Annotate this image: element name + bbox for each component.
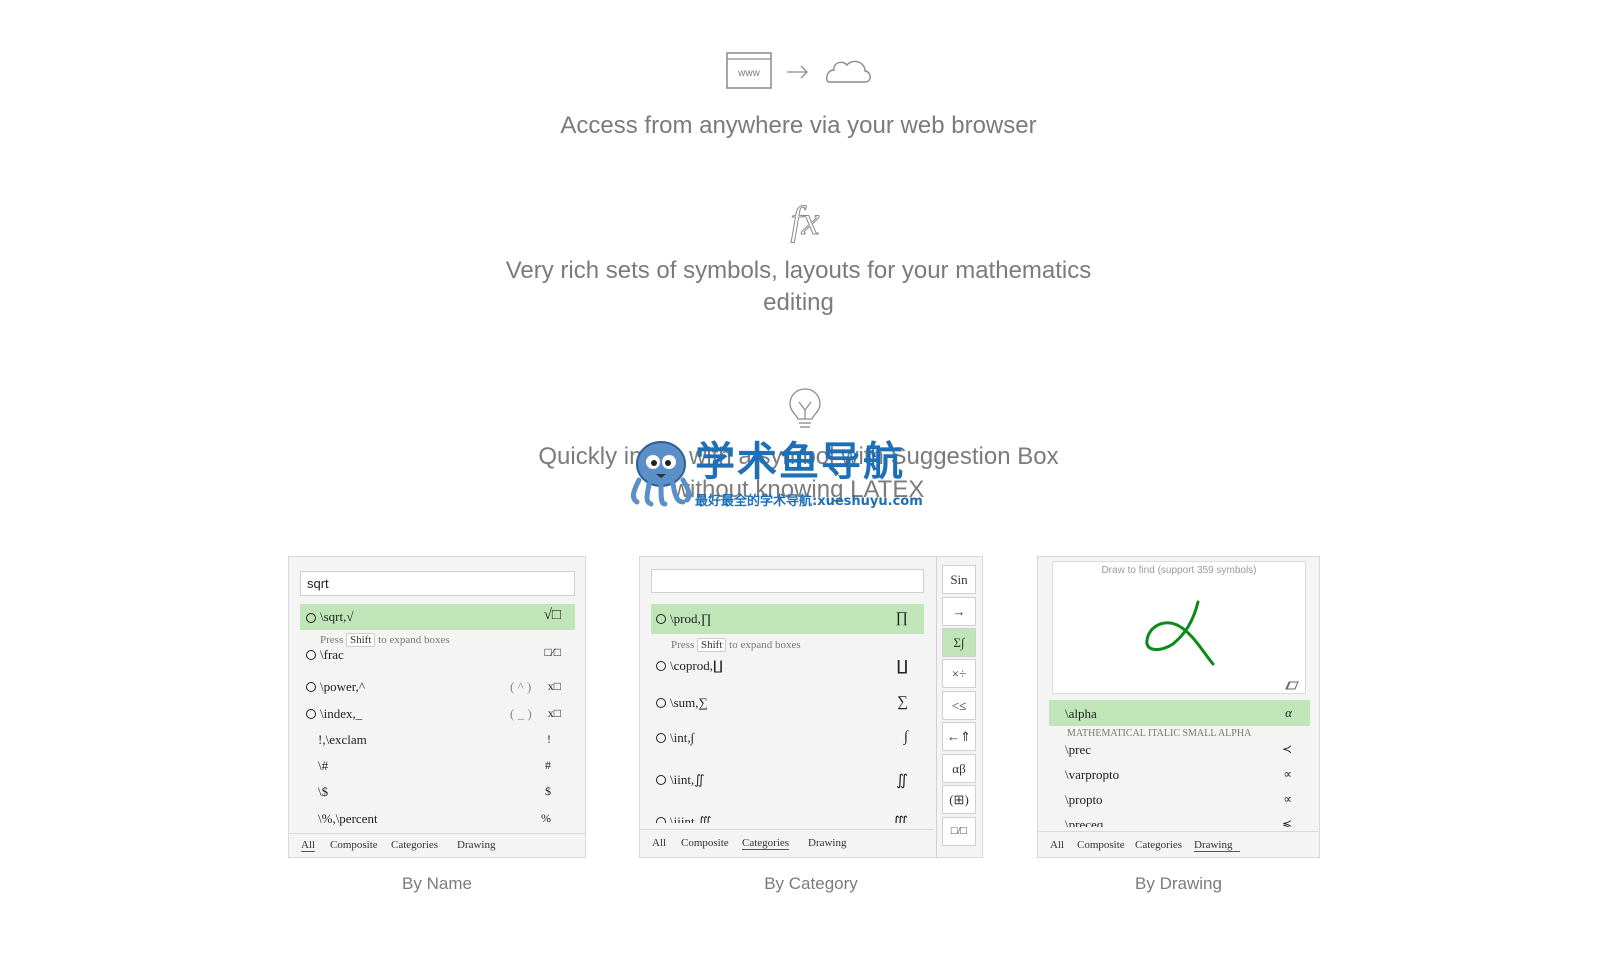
list-item[interactable]: \int,∫ ∫ [651, 729, 924, 751]
by-name-panel: sqrt \sqrt,√ √□ Press Shift to expand bo… [288, 556, 586, 858]
lightbulb-icon [787, 386, 823, 432]
tab-categories[interactable]: Categories [1135, 839, 1182, 851]
tab-drawing[interactable]: Drawing [1194, 839, 1240, 852]
category-fraction-button[interactable]: □/□ [942, 817, 976, 846]
list-item[interactable]: \prec ≺ [1049, 742, 1310, 762]
list-item[interactable]: \alpha α [1049, 700, 1310, 726]
list-item[interactable]: \# # [300, 758, 575, 780]
by-category-caption: By Category [764, 874, 858, 893]
by-name-caption: By Name [402, 874, 472, 893]
feature-symbols-text-line1: Very rich sets of symbols, layouts for y… [505, 257, 1092, 284]
list-item[interactable]: \$ $ [300, 784, 575, 806]
tab-drawing[interactable]: Drawing [808, 837, 847, 849]
tab-all[interactable]: All [301, 839, 316, 852]
alpha-stroke [1145, 600, 1215, 666]
tab-composite[interactable]: Composite [1077, 839, 1125, 851]
by-category-panel: \prod,∏ ∏ Press Shift to expand boxes \c… [639, 556, 983, 858]
list-item[interactable]: \%,\percent % [300, 811, 575, 833]
list-item[interactable]: \sum,∑ ∑ [651, 694, 924, 716]
category-big-operators-button[interactable]: Σ∫ [942, 628, 976, 657]
feature-symbols-text-line2: editing [763, 289, 834, 316]
eraser-icon[interactable] [1285, 677, 1299, 690]
tab-composite[interactable]: Composite [681, 837, 729, 849]
list-item[interactable]: \sqrt,√ √□ [300, 604, 575, 630]
list-item[interactable]: \preceq ≼ [1049, 817, 1310, 827]
list-item[interactable]: !,\exclam ! [300, 732, 575, 754]
tab-drawing[interactable]: Drawing [457, 839, 496, 851]
category-matrix-button[interactable]: (⊞) [942, 785, 976, 814]
category-functions-button[interactable]: Sin [942, 565, 976, 594]
category-operators-button[interactable]: ×÷ [942, 659, 976, 688]
feature-access-text: Access from anywhere via your web browse… [560, 112, 1037, 139]
list-item[interactable]: \coprod,∐ ∐ [651, 657, 924, 679]
search-input[interactable] [651, 569, 924, 593]
category-relations-button[interactable]: <≤ [942, 691, 976, 720]
tab-all[interactable]: All [652, 837, 666, 849]
search-input[interactable]: sqrt [300, 571, 575, 596]
by-drawing-caption: By Drawing [1135, 874, 1222, 893]
list-item[interactable]: \index,_ ( _ ) x□ [300, 706, 575, 728]
list-item[interactable]: \prod,∏ ∏ [651, 604, 924, 634]
tab-categories[interactable]: Categories [391, 839, 438, 851]
browser-to-cloud-icon: www [725, 50, 875, 92]
watermark-subtitle: 最好最全的学术导航:xueshuyu.com [695, 494, 923, 509]
fx-icon: fx [790, 198, 820, 244]
category-arrows-button[interactable]: → [942, 597, 976, 626]
drawing-canvas[interactable]: Draw to find (support 359 symbols) [1052, 561, 1306, 694]
category-greek-button[interactable]: αβ [942, 754, 976, 783]
symbol-description: MATHEMATICAL ITALIC SMALL ALPHA [1067, 728, 1252, 739]
list-item[interactable]: \power,^ ( ^ ) x□ [300, 679, 575, 701]
shift-hint: Press Shift to expand boxes [671, 638, 801, 652]
watermark-logo: 学术鱼导航 最好最全的学术导航:xueshuyu.com [625, 436, 945, 512]
svg-text:www: www [737, 68, 760, 79]
list-item[interactable]: \propto ∝ [1049, 792, 1310, 812]
shift-hint: Press Shift to expand boxes [320, 633, 450, 647]
tab-composite[interactable]: Composite [330, 839, 378, 851]
list-item[interactable]: \varpropto ∝ [1049, 767, 1310, 787]
list-item[interactable]: \frac □⁄□ [300, 645, 575, 669]
tab-all[interactable]: All [1050, 839, 1064, 851]
tab-categories[interactable]: Categories [742, 837, 790, 850]
by-drawing-panel: Draw to find (support 359 symbols) \alph… [1037, 556, 1320, 858]
watermark-title: 学术鱼导航 [695, 439, 905, 485]
list-item[interactable]: \iint,∬ ∬ [651, 771, 924, 793]
list-item[interactable]: \iiint,∭ ∭ [651, 813, 924, 823]
category-extended-arrows-button[interactable]: ←⇑ [942, 722, 976, 751]
category-toolbar: Sin → Σ∫ ×÷ <≤ ←⇑ αβ (⊞) □/□ [936, 557, 982, 857]
octopus-mascot-icon [630, 441, 692, 507]
